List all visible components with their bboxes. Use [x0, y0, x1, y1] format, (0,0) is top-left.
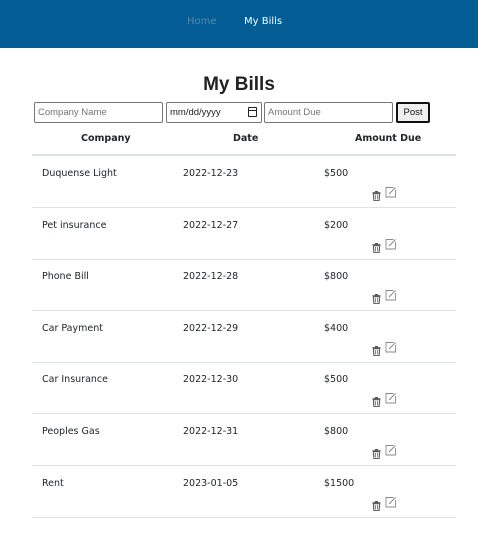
column-header-amount-due: Amount Due: [355, 133, 422, 144]
cell-date: 2022-12-30: [183, 374, 239, 386]
post-button[interactable]: Post: [396, 102, 430, 123]
edit-icon[interactable]: [385, 441, 397, 460]
edit-icon[interactable]: [385, 493, 397, 512]
cell-date: 2022-12-29: [183, 322, 239, 334]
cell-date: 2023-01-05: [183, 477, 239, 489]
table-row: Peoples Gas 2022-12-31 $800: [32, 414, 456, 466]
edit-icon[interactable]: [385, 338, 397, 357]
company-name-input[interactable]: Company Name: [34, 102, 163, 123]
cell-company: Car Insurance: [42, 374, 108, 386]
table-row: Duquense Light 2022-12-23 $500: [32, 156, 456, 208]
date-input-placeholder: mm/dd/yyyy: [170, 107, 221, 118]
edit-icon[interactable]: [385, 235, 397, 254]
date-input[interactable]: mm/dd/yyyy: [166, 102, 262, 123]
amount-due-input[interactable]: Amount Due: [264, 102, 393, 123]
cell-amount-due: $1500: [324, 477, 355, 489]
cell-amount-due: $500: [324, 374, 349, 386]
trash-icon[interactable]: [372, 238, 381, 257]
cell-company: Car Payment: [42, 322, 103, 334]
trash-icon[interactable]: [372, 341, 381, 360]
nav-my-bills-link[interactable]: My Bills: [244, 16, 282, 28]
column-header-company: Company: [81, 133, 131, 144]
table-row: Pet insurance 2022-12-27 $200: [32, 208, 456, 260]
column-header-date: Date: [233, 133, 259, 144]
cell-company: Rent: [42, 477, 64, 489]
cell-date: 2022-12-23: [183, 168, 239, 179]
cell-company: Peoples Gas: [42, 426, 100, 437]
nav-home-link[interactable]: Home: [187, 16, 217, 28]
trash-icon[interactable]: [372, 496, 381, 515]
page-title: My Bills: [203, 74, 275, 95]
cell-company: Pet insurance: [42, 219, 107, 231]
navbar: Home My Bills: [0, 0, 478, 48]
calendar-icon[interactable]: [248, 107, 257, 117]
table-row: Car Payment 2022-12-29 $400: [32, 311, 456, 363]
edit-icon[interactable]: [385, 389, 397, 408]
trash-icon[interactable]: [372, 392, 381, 411]
cell-date: 2022-12-31: [183, 426, 239, 437]
table-row: Rent 2023-01-05 $1500: [32, 466, 456, 518]
cell-amount-due: $400: [324, 322, 349, 334]
trash-icon[interactable]: [372, 186, 381, 205]
table-row: Car Insurance 2022-12-30 $500: [32, 362, 456, 415]
cell-company: Duquense Light: [42, 168, 117, 179]
cell-date: 2022-12-28: [183, 271, 239, 283]
cell-company: Phone Bill: [42, 271, 89, 283]
cell-amount-due: $500: [324, 168, 349, 179]
trash-icon[interactable]: [372, 444, 381, 463]
cell-amount-due: $200: [324, 219, 349, 231]
cell-amount-due: $800: [324, 271, 349, 283]
edit-icon[interactable]: [385, 286, 397, 305]
table-row: Phone Bill 2022-12-28 $800: [32, 259, 456, 312]
edit-icon[interactable]: [385, 183, 397, 202]
trash-icon[interactable]: [372, 289, 381, 308]
cell-amount-due: $800: [324, 426, 349, 437]
cell-date: 2022-12-27: [183, 219, 239, 231]
